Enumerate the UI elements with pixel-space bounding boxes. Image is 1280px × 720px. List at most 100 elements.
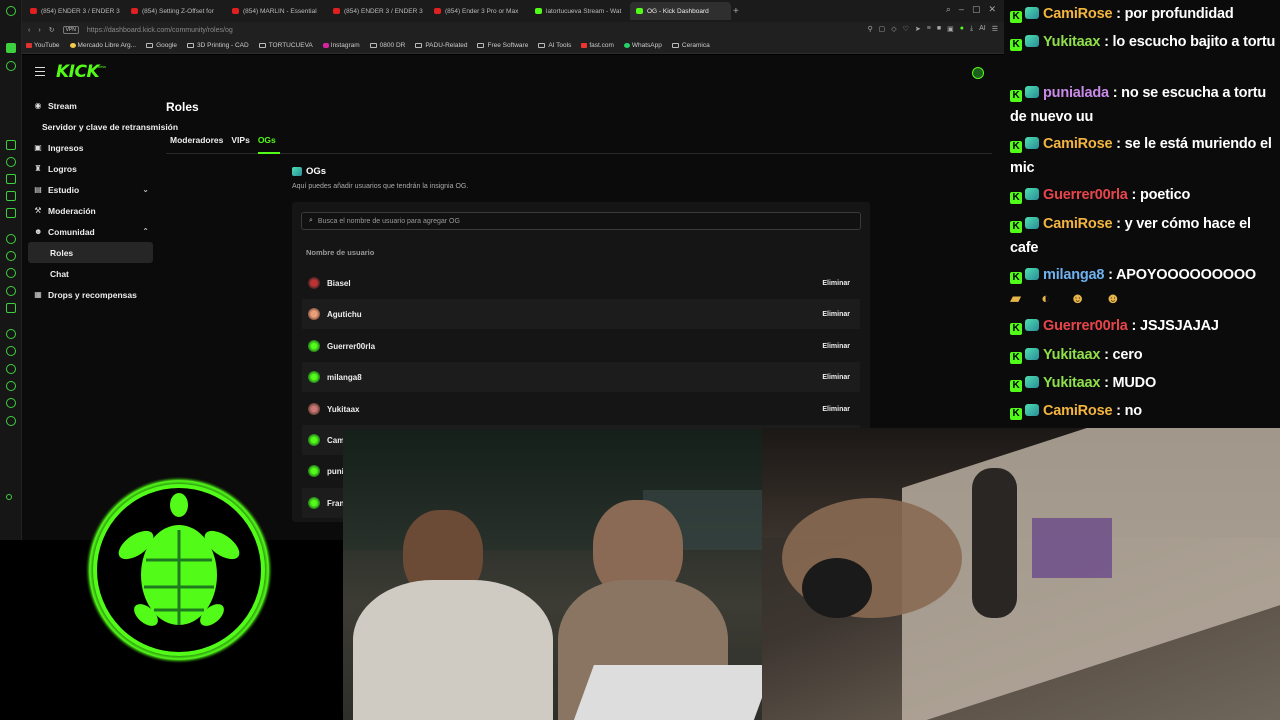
new-tab-plus-icon[interactable]: + <box>733 6 739 17</box>
bookmark-item[interactable]: fast.com <box>581 42 614 49</box>
ai-button[interactable]: AI <box>979 25 986 33</box>
nav-item-drops[interactable]: ▦ Drops y recompensas <box>28 284 153 305</box>
settings-icon[interactable] <box>6 398 16 408</box>
browser-tab[interactable]: (854) Ender 3 Pro or Max <box>428 2 529 20</box>
extensions-icon[interactable] <box>6 416 16 426</box>
clock-icon[interactable] <box>6 381 16 391</box>
nav-item-roles[interactable]: Roles <box>28 242 153 263</box>
puzzle-icon[interactable]: ▣ <box>947 25 954 33</box>
bookmark-item[interactable]: Mercado Libre Arg... <box>69 42 136 49</box>
menu-icon[interactable]: ≡ <box>927 25 931 33</box>
pin-icon[interactable]: ⚲ <box>867 25 872 33</box>
bookmark-folder[interactable]: AI Tools <box>538 42 571 49</box>
profile-icon[interactable]: ● <box>960 25 964 33</box>
download-icon[interactable]: ⤓ <box>970 25 973 33</box>
sidebar-more-icon[interactable] <box>6 494 12 500</box>
kick-icon <box>535 8 542 14</box>
kick-logo[interactable]: KICK <box>56 62 100 82</box>
player-icon[interactable] <box>6 346 16 356</box>
bookmark-item[interactable]: YouTube <box>26 42 60 49</box>
browser-tab[interactable]: (854) ENDER 3 / ENDER 3 <box>327 2 428 20</box>
whatsapp-icon[interactable] <box>6 251 16 261</box>
nav-item-logros[interactable]: ♜ Logros <box>28 158 153 179</box>
folder-icon <box>671 42 679 48</box>
og-badge-icon <box>1025 188 1039 200</box>
send-icon[interactable]: ➤ <box>915 25 921 33</box>
hamburger-menu-icon[interactable] <box>35 67 45 76</box>
eliminar-button[interactable]: Eliminar <box>822 280 850 287</box>
back-icon[interactable]: ‹ <box>28 27 30 34</box>
eliminar-button[interactable]: Eliminar <box>822 406 850 413</box>
bookmark-folder[interactable]: Google <box>146 42 177 49</box>
avatar <box>308 497 320 509</box>
url-text[interactable]: https://dashboard.kick.com/community/rol… <box>87 27 233 34</box>
eliminar-button[interactable]: Eliminar <box>822 343 850 350</box>
search-input[interactable]: ⌕ Busca el nombre de usuario para agrega… <box>301 212 861 230</box>
browser-tab[interactable]: latortucueva Stream - Wat <box>529 2 630 20</box>
sidebar-app-icon[interactable] <box>6 174 16 184</box>
tab-vips[interactable]: VIPs <box>231 135 249 145</box>
bookmark-folder[interactable]: Ceramica <box>671 42 710 49</box>
instagram-icon[interactable] <box>6 286 16 296</box>
bookmark-folder[interactable]: PADU-Related <box>415 42 467 49</box>
vpn-badge[interactable]: VPN <box>62 26 79 34</box>
downloads-icon[interactable] <box>6 364 16 374</box>
table-row: Yukitaax Eliminar <box>302 394 860 424</box>
telegram-icon[interactable] <box>6 268 16 278</box>
browser-tab[interactable]: (854) Setting Z-Offset for <box>125 2 226 20</box>
bookmark-item[interactable]: Instagram <box>322 42 360 49</box>
kick-topbar: KICK beta <box>22 55 1004 91</box>
chat-message: K CamiRose : no <box>1010 400 1278 424</box>
avatar[interactable] <box>972 67 984 79</box>
beta-label: beta <box>98 64 106 69</box>
tab-ogs[interactable]: OGs <box>258 135 276 145</box>
reload-icon[interactable]: ↻ <box>49 26 55 34</box>
maximize-icon[interactable]: ▢ <box>972 4 981 15</box>
nav-item-stream[interactable]: ◉ Stream <box>28 95 153 116</box>
home-icon[interactable] <box>6 43 16 53</box>
nav-item-moderacion[interactable]: ⚒ Moderación <box>28 200 153 221</box>
nav-item-chat[interactable]: Chat <box>28 263 153 284</box>
opera-logo-icon[interactable] <box>6 6 16 16</box>
bookmark-folder[interactable]: TORTUCUEVA <box>258 42 313 49</box>
bookmark-folder[interactable]: Free Software <box>477 42 528 49</box>
snapshot-icon[interactable]: ▢ <box>879 25 886 33</box>
shield-icon[interactable]: ◇ <box>891 25 896 33</box>
minimize-icon[interactable]: – <box>959 4 964 15</box>
bookmark-folder[interactable]: 0800 DR <box>369 42 405 49</box>
search-tabs-icon[interactable]: ⌕ <box>946 4 951 15</box>
nav-item-estudio[interactable]: ▤ Estudio ⌄ <box>28 179 153 200</box>
nav-item-comunidad[interactable]: ☻ Comunidad ⌃ <box>28 221 153 242</box>
chat-message: K CamiRose : y ver cómo hace el cafe <box>1010 216 1251 256</box>
tab-moderadores[interactable]: Moderadores <box>170 135 223 145</box>
forward-icon[interactable]: › <box>38 27 40 34</box>
nav-item-ingresos[interactable]: ▣ Ingresos <box>28 137 153 158</box>
eliminar-button[interactable]: Eliminar <box>822 311 850 318</box>
turtle-head <box>170 493 188 517</box>
sidebar-app-icon[interactable] <box>6 140 16 150</box>
webcam-streamers <box>343 430 762 720</box>
browser-tab[interactable]: (854) ENDER 3 / ENDER 3 <box>24 2 125 20</box>
chat-message: K Yukitaax : cero <box>1010 344 1278 368</box>
sidebar-app-icon[interactable] <box>6 157 16 167</box>
heart-icon[interactable]: ♡ <box>903 25 909 33</box>
bookmark-folder[interactable]: 3D Printing - CAD <box>187 42 249 49</box>
chat-message: K Guerrer00rla : JSJSJAJAJ <box>1010 315 1278 339</box>
history-icon[interactable] <box>6 329 16 339</box>
nav-item-stream-key[interactable]: Servidor y clave de retransmisión <box>28 116 178 137</box>
eliminar-button[interactable]: Eliminar <box>822 374 850 381</box>
sidebar-app-icon[interactable] <box>6 234 16 244</box>
extension-icon[interactable]: ■ <box>937 25 941 33</box>
chat-message: K Yukitaax : MUDO <box>1010 372 1278 396</box>
sidebar-app-icon[interactable] <box>6 208 16 218</box>
browser-tab[interactable]: (854) MARLIN - Essential <box>226 2 327 20</box>
section-title: OGs <box>292 166 326 177</box>
sidebar-app-icon[interactable] <box>6 191 16 201</box>
broadcast-icon: ◉ <box>34 100 42 110</box>
browser-tab-active[interactable]: OG - Kick Dashboard <box>630 2 731 20</box>
close-icon[interactable]: ✕ <box>988 4 996 15</box>
bookmark-item[interactable]: WhatsApp <box>623 42 662 49</box>
discord-icon[interactable] <box>6 303 16 313</box>
search-sidebar-icon[interactable] <box>6 61 16 71</box>
easy-setup-icon[interactable]: ☰ <box>992 25 998 33</box>
